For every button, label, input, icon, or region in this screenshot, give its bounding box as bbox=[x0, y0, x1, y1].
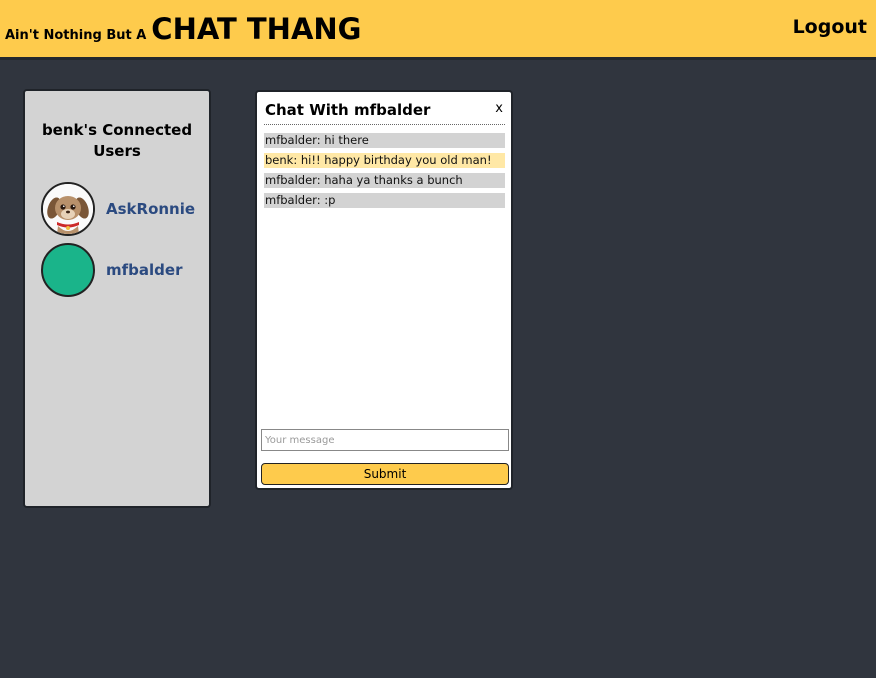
top-header: Ain't Nothing But A CHAT THANG Logout bbox=[0, 0, 876, 60]
chat-window: Chat With mfbalder x mfbalder: hi there … bbox=[255, 90, 513, 490]
brand-prefix: Ain't Nothing But A bbox=[5, 28, 147, 43]
submit-button[interactable]: Submit bbox=[261, 463, 509, 485]
message-list: mfbalder: hi there benk: hi!! happy birt… bbox=[264, 133, 505, 213]
chat-message: mfbalder: haha ya thanks a bunch bbox=[264, 173, 505, 188]
chat-message: mfbalder: :p bbox=[264, 193, 505, 208]
chat-message-self: benk: hi!! happy birthday you old man! bbox=[264, 153, 505, 168]
user-item-mfbalder[interactable]: mfbalder bbox=[41, 243, 182, 297]
user-name-link: mfbalder bbox=[106, 261, 183, 279]
connected-users-panel: benk's Connected Users AskRonnie mfbalde… bbox=[23, 89, 211, 508]
chat-title: Chat With mfbalder bbox=[265, 101, 431, 119]
brand-title: CHAT THANG bbox=[151, 12, 362, 46]
puppy-avatar-icon bbox=[41, 182, 95, 236]
logout-link[interactable]: Logout bbox=[793, 16, 867, 38]
user-name-link: AskRonnie bbox=[106, 200, 196, 218]
user-item-askronnie[interactable]: AskRonnie bbox=[41, 182, 195, 236]
close-chat-button[interactable]: x bbox=[495, 101, 503, 116]
teal-circle-avatar-icon bbox=[41, 243, 95, 297]
chat-message: mfbalder: hi there bbox=[264, 133, 505, 148]
chat-divider bbox=[264, 124, 505, 125]
app-brand: Ain't Nothing But A CHAT THANG bbox=[5, 12, 361, 46]
connected-users-title: benk's Connected Users bbox=[41, 121, 193, 160]
message-input[interactable] bbox=[261, 429, 509, 451]
